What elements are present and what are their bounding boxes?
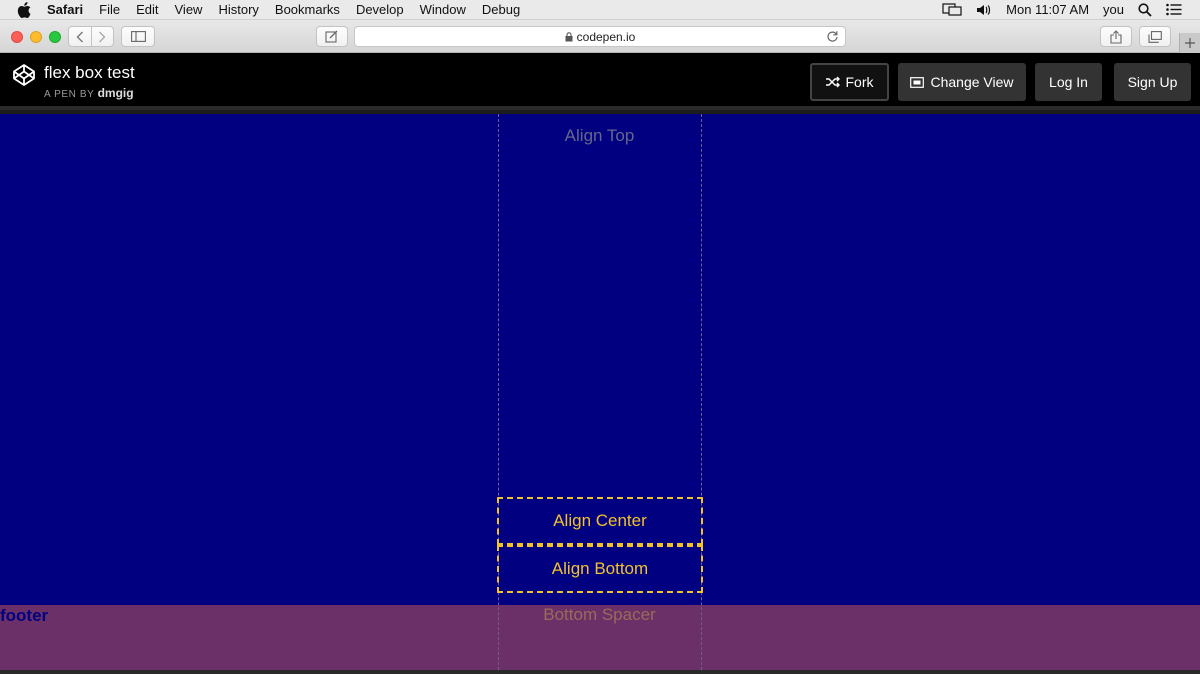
show-all-tabs-button[interactable] — [1139, 26, 1171, 47]
align-center-text: Align Center — [553, 511, 647, 530]
share-button[interactable] — [1100, 26, 1132, 47]
align-center-box: Align Center — [497, 497, 703, 545]
forward-button[interactable] — [90, 27, 113, 46]
history-nav-group — [68, 26, 114, 47]
share-icon — [1110, 29, 1122, 44]
change-view-button[interactable]: Change View — [898, 63, 1026, 101]
compose-icon — [325, 30, 338, 43]
fork-shuffle-icon — [825, 76, 840, 88]
back-button[interactable] — [69, 27, 91, 46]
pen-title: flex box test — [44, 63, 135, 82]
macos-menu-bar: Safari File Edit View History Bookmarks … — [0, 0, 1200, 20]
address-bar[interactable]: codepen.io — [354, 26, 846, 47]
bottom-spacer-text: Bottom Spacer — [543, 605, 656, 624]
sidebar-icon — [130, 31, 146, 42]
login-button[interactable]: Log In — [1035, 63, 1102, 101]
pen-byline: A PEN BY dmgig — [44, 86, 134, 100]
apple-menu-icon[interactable] — [17, 1, 35, 18]
pen-author-link[interactable]: dmgig — [98, 86, 134, 100]
menu-file[interactable]: File — [99, 2, 120, 17]
sidebar-toggle-button[interactable] — [121, 26, 155, 47]
fork-button[interactable]: Fork — [810, 63, 889, 101]
menu-debug[interactable]: Debug — [482, 2, 520, 17]
fork-label: Fork — [845, 74, 874, 90]
menu-edit[interactable]: Edit — [136, 2, 158, 17]
menubar-user[interactable]: you — [1103, 2, 1124, 17]
lock-icon — [565, 31, 573, 42]
chevron-left-icon — [76, 31, 83, 42]
spotlight-search-icon[interactable] — [1138, 2, 1152, 17]
byline-prefix: A PEN BY — [44, 89, 95, 100]
align-top-text: Align Top — [564, 126, 635, 145]
change-view-label: Change View — [930, 74, 1014, 90]
reload-icon[interactable] — [826, 30, 839, 43]
signup-button[interactable]: Sign Up — [1114, 63, 1191, 101]
new-tab-button[interactable] — [1179, 33, 1200, 53]
plus-icon — [1185, 38, 1195, 48]
footer-label: footer — [0, 606, 49, 625]
menu-develop[interactable]: Develop — [356, 2, 404, 17]
codepen-logo-icon[interactable] — [12, 63, 36, 87]
view-layout-icon — [910, 76, 925, 88]
display-mirroring-icon[interactable] — [942, 2, 962, 17]
menu-window[interactable]: Window — [420, 2, 466, 17]
window-close-button[interactable] — [11, 31, 23, 43]
codepen-header: flex box test A PEN BY dmgig Fork Change… — [0, 53, 1200, 110]
window-bottom-edge — [0, 670, 1200, 674]
browser-toolbar: codepen.io — [0, 20, 1200, 53]
menu-view[interactable]: View — [175, 2, 203, 17]
align-bottom-text: Align Bottom — [551, 559, 649, 578]
volume-icon[interactable] — [976, 3, 992, 17]
window-minimize-button[interactable] — [30, 31, 42, 43]
menubar-clock[interactable]: Mon 11:07 AM — [1006, 2, 1089, 17]
reader-compose-button[interactable] — [316, 26, 348, 47]
chevron-right-icon — [99, 31, 106, 42]
address-url: codepen.io — [576, 29, 636, 44]
window-zoom-button[interactable] — [49, 31, 61, 43]
align-bottom-box: Align Bottom — [497, 545, 703, 593]
menu-history[interactable]: History — [218, 2, 258, 17]
notification-center-icon[interactable] — [1166, 3, 1182, 16]
tabs-icon — [1148, 30, 1162, 43]
menu-bookmarks[interactable]: Bookmarks — [275, 2, 340, 17]
menu-app-name[interactable]: Safari — [47, 2, 83, 17]
